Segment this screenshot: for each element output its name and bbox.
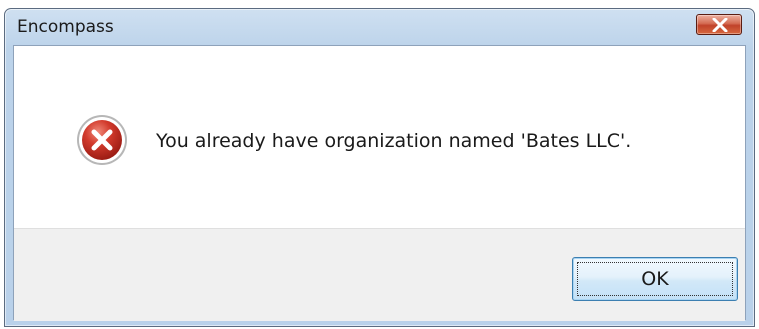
ok-button-label: OK — [641, 268, 669, 290]
message-area: You already have organization named 'Bat… — [14, 46, 745, 228]
title-bar[interactable]: Encompass — [5, 9, 754, 45]
message-dialog: Encompass You already have organization … — [4, 8, 755, 327]
error-icon — [77, 115, 127, 165]
close-button[interactable] — [696, 14, 742, 35]
close-icon — [712, 18, 728, 32]
ok-button[interactable]: OK — [572, 257, 738, 301]
button-bar: OK — [14, 228, 745, 321]
message-text: You already have organization named 'Bat… — [156, 130, 632, 152]
window-title: Encompass — [17, 17, 114, 37]
dialog-body: You already have organization named 'Bat… — [13, 45, 746, 321]
